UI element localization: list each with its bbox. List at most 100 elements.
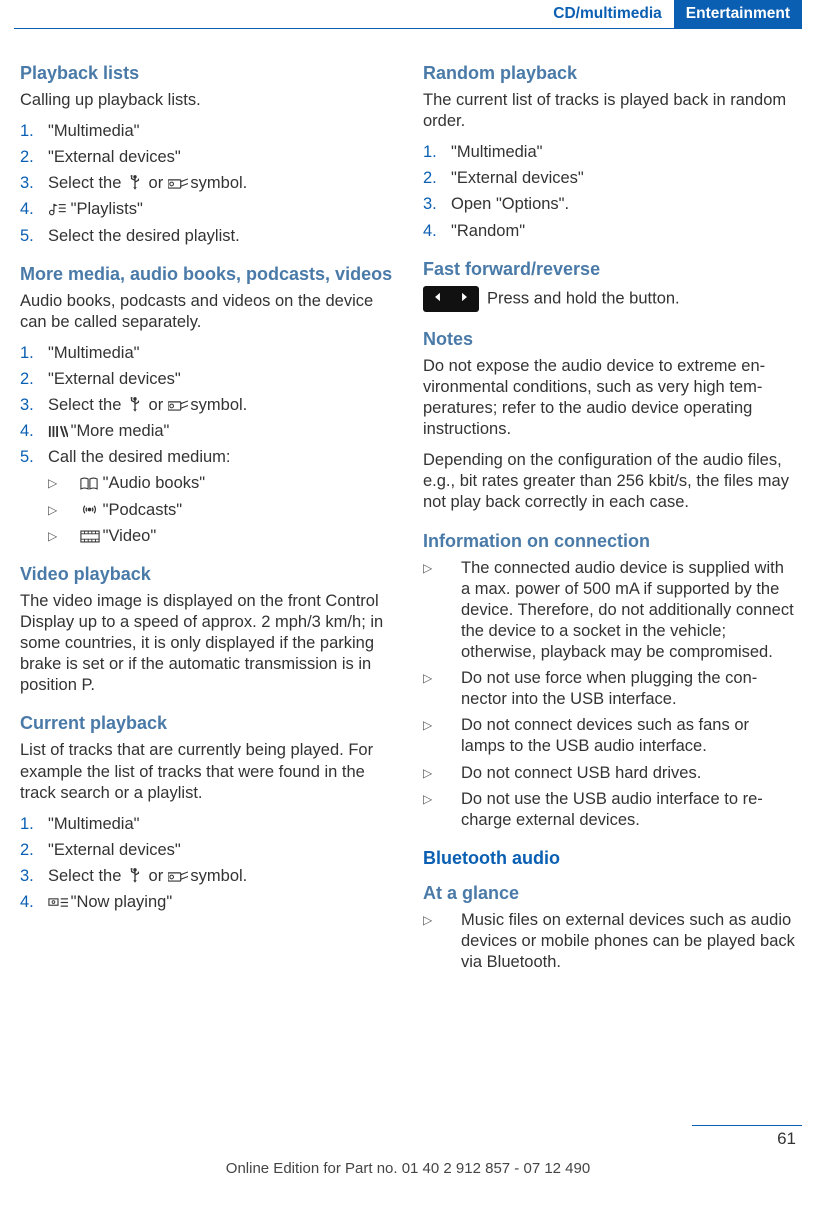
section-video-playback: Video playback The video image is displa… [20,563,393,697]
list-item: ▷Do not use the USB audio interface to r… [423,789,796,831]
heading-info-connection: Information on connection [423,530,796,553]
heading-bluetooth-audio: Bluetooth audio [423,847,796,870]
steps-playback-lists: 1."Multimedia" 2."External devices" 3. S… [20,121,393,247]
prev-next-button-icon [423,286,479,312]
list-item: ▷Do not connect devices such as fans or … [423,715,796,757]
bluetooth-list: ▷Music files on external devices such as… [423,910,796,973]
step: 3. Select the or symbol. [20,173,393,194]
list-text: Do not connect USB hard drives. [461,763,701,784]
step-text: "Multimedia" [451,142,543,163]
step-text: Select the or symbol. [48,866,247,887]
device-icon [168,177,186,191]
heading-playback-lists: Playback lists [20,62,393,85]
list-item: ▷Do not connect USB hard drives. [423,763,796,784]
tab-entertainment: Entertainment [674,0,802,28]
substeps-more-media: ▷ "Audio books" ▷ "Podcasts" ▷ "Video" [48,473,393,546]
device-icon [168,399,186,413]
usb-icon [126,396,144,410]
notes-p1: Do not expose the audio device to extrem… [423,356,796,440]
section-current-playback: Current playback List of tracks that are… [20,712,393,913]
steps-current-playback: 1."Multimedia" 2."External devices" 3. S… [20,814,393,913]
list-text: Do not connect devices such as fans or l… [461,715,796,757]
section-info-connection: Information on connection ▷The connected… [423,530,796,831]
steps-more-media: 1."Multimedia" 2."External devices" 3. S… [20,343,393,469]
list-text: The connected audio device is supplied w… [461,558,796,664]
moremedia-icon [48,425,66,439]
page-content: Playback lists Calling up playback lists… [20,62,796,989]
heading-fast-forward: Fast forward/reverse [423,258,796,281]
list-item: ▷Do not use force when plugging the con­… [423,668,796,710]
playlist-icon [48,202,66,216]
section-bluetooth-audio: Bluetooth audio At a glance ▷Music files… [423,847,796,973]
step-text: Select the or symbol. [48,395,247,416]
step: 1."Multimedia" [20,121,393,142]
substep: ▷ "Podcasts" [48,500,393,521]
step-text: Open "Options". [451,194,569,215]
usb-icon [126,174,144,188]
steps-random-playback: 1."Multimedia" 2."External devices" 3.Op… [423,142,796,241]
heading-random-playback: Random playback [423,62,796,85]
step: 1."Multimedia" [423,142,796,163]
step: 2."External devices" [20,840,393,861]
step-text: "External devices" [48,369,181,390]
substep: ▷ "Audio books" [48,473,393,494]
usb-icon [126,867,144,881]
list-text: Do not use the USB audio interface to re… [461,789,796,831]
heading-more-media: More media, audio books, podcasts, video… [20,263,393,286]
step: 2."External devices" [423,168,796,189]
section-notes: Notes Do not expose the audio device to … [423,328,796,514]
step: 4. "Now playing" [20,892,393,913]
substep: ▷ "Video" [48,526,393,547]
list-text: Music files on external devices such as … [461,910,796,973]
step-text: Select the or symbol. [48,173,247,194]
heading-video-playback: Video playback [20,563,393,586]
step: 1."Multimedia" [20,343,393,364]
list-item: ▷The connected audio device is supplied … [423,558,796,664]
step: 3. Select the or symbol. [20,395,393,416]
section-more-media: More media, audio books, podcasts, video… [20,263,393,547]
step-text: "Multimedia" [48,121,140,142]
step: 1."Multimedia" [20,814,393,835]
desc-video-playback: The video image is displayed on the fron… [20,591,393,697]
section-random-playback: Random playback The current list of trac… [423,62,796,242]
notes-p2: Depending on the configuration of the au… [423,450,796,513]
step: 2."External devices" [20,147,393,168]
step-text: Select the desired playlist. [48,226,240,247]
heading-current-playback: Current playback [20,712,393,735]
substep-text: "Podcasts" [80,500,182,521]
device-icon [168,870,186,884]
step-text: "Random" [451,221,525,242]
step: 4."Random" [423,221,796,242]
page-number-rule [692,1125,802,1126]
podcast-icon [80,502,98,516]
step-text: Call the desired medium: [48,447,231,468]
left-column: Playback lists Calling up playback lists… [20,62,393,989]
step-text: "Playlists" [48,199,143,220]
video-icon [80,530,98,544]
desc-playback-lists: Calling up playback lists. [20,90,393,111]
desc-fast-forward: Press and hold the button. [423,286,796,312]
desc-more-media: Audio books, podcasts and videos on the … [20,291,393,333]
desc-current-playback: List of tracks that are currently being … [20,740,393,803]
book-icon [80,477,98,491]
step: 2."External devices" [20,369,393,390]
step-text: "Now playing" [48,892,172,913]
step-text: "External devices" [48,840,181,861]
info-connection-list: ▷The connected audio device is supplied … [423,558,796,831]
step: 3.Open "Options". [423,194,796,215]
substep-text: "Audio books" [80,473,205,494]
header-rule [14,28,802,29]
step-text: "Multimedia" [48,343,140,364]
step: 4. "Playlists" [20,199,393,220]
page-number: 61 [777,1128,796,1150]
step-text: "External devices" [451,168,584,189]
step: 3. Select the or symbol. [20,866,393,887]
step: 5.Call the desired medium: [20,447,393,468]
step-text: "More media" [48,421,169,442]
step: 5.Select the desired playlist. [20,226,393,247]
header-tabs: CD/multimedia Entertainment [541,0,802,28]
heading-at-a-glance: At a glance [423,882,796,905]
list-item: ▷Music files on external devices such as… [423,910,796,973]
nowplaying-icon [48,896,66,910]
step-text: "External devices" [48,147,181,168]
